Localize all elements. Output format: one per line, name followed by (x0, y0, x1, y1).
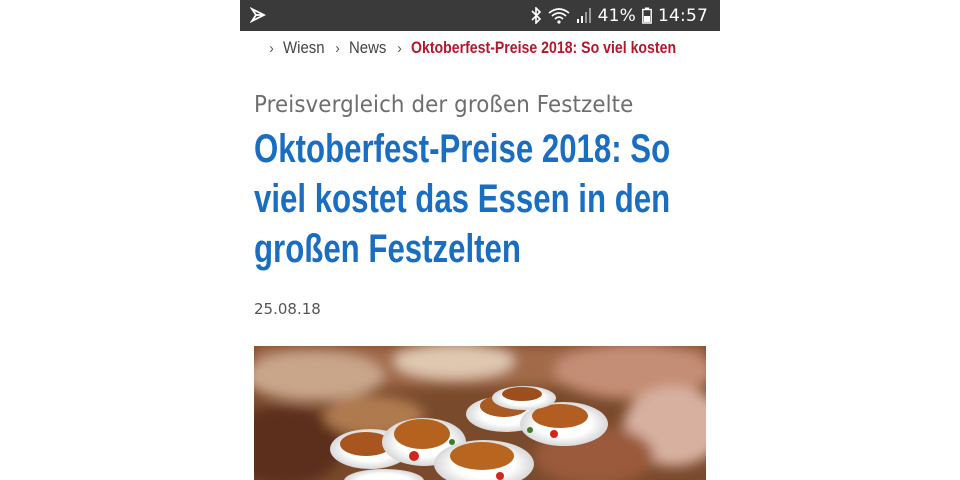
signal-icon (576, 8, 591, 23)
app-notification-icon (250, 7, 266, 23)
article-kicker: Preisvergleich der großen Festzelte (254, 92, 634, 118)
breadcrumb-separator: › (335, 39, 340, 57)
breadcrumb-item-wiesn[interactable]: Wiesn (283, 38, 325, 58)
breadcrumb-separator: › (397, 39, 402, 57)
breadcrumb-fade (680, 35, 720, 61)
wifi-icon (548, 8, 570, 24)
status-bar: 41% 14:57 (240, 0, 720, 31)
article-date: 25.08.18 (254, 300, 321, 318)
article-headline: Oktoberfest-Preise 2018: So viel kostet … (254, 127, 671, 271)
breadcrumb-current: Oktoberfest-Preise 2018: So viel kosten (410, 38, 676, 57)
breadcrumb-separator: › (269, 39, 274, 57)
mobile-screen: 41% 14:57 › Wiesn › News › Oktoberfest-P… (240, 0, 720, 480)
hero-photo-illustration (254, 346, 706, 480)
clock: 14:57 (658, 5, 708, 26)
breadcrumb: › Wiesn › News › Oktoberfest-Preise 2018… (252, 35, 720, 61)
breadcrumb-item-news[interactable]: News (349, 38, 386, 58)
battery-icon (642, 7, 652, 24)
article-hero-image[interactable] (254, 346, 706, 480)
battery-percent: 41% (597, 5, 636, 26)
bluetooth-icon (531, 7, 541, 24)
